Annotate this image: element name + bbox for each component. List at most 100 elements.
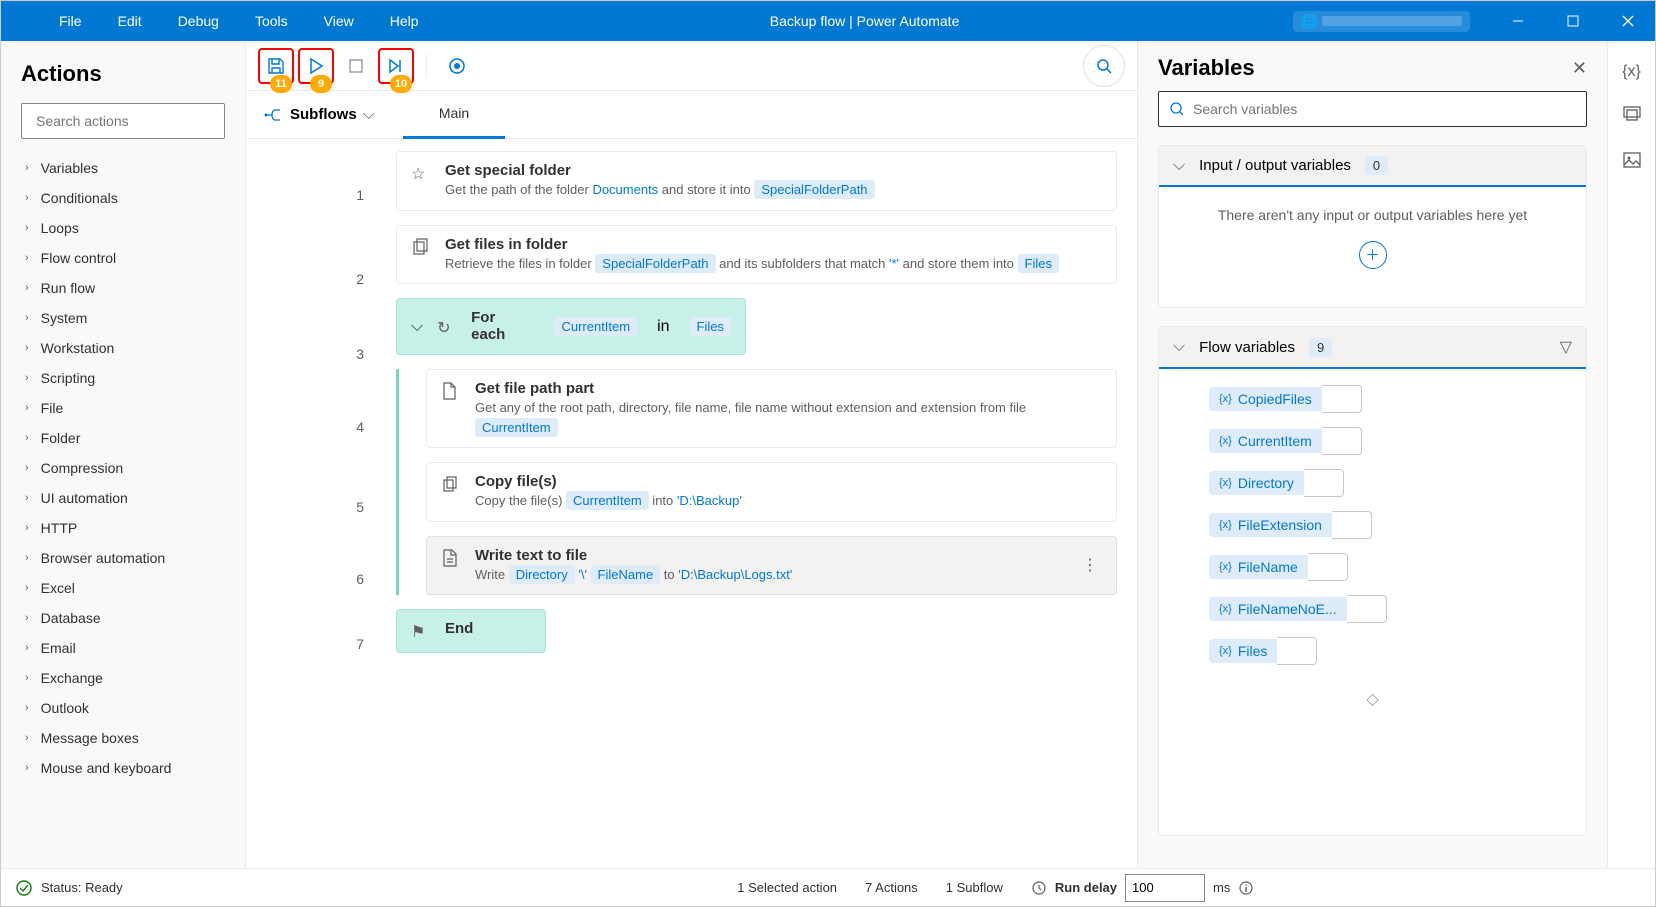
- cat-email[interactable]: ›Email: [1, 633, 237, 663]
- menu-file[interactable]: File: [41, 3, 100, 39]
- line-2: 2: [246, 233, 386, 325]
- step-desc: Write Directory '\' FileName to 'D:\Back…: [475, 565, 1064, 585]
- cat-scripting[interactable]: ›Scripting: [1, 363, 237, 393]
- variables-search[interactable]: [1158, 91, 1587, 127]
- cat-compression[interactable]: ›Compression: [1, 453, 237, 483]
- step-desc: Get the path of the folder Documents and…: [445, 180, 1102, 200]
- step-get-special-folder[interactable]: ☆ Get special folder Get the path of the…: [396, 151, 1117, 211]
- environment-tag[interactable]: 🌐: [1293, 11, 1470, 32]
- chevron-right-icon: ›: [25, 252, 29, 264]
- step-get-file-path[interactable]: Get file path part Get any of the root p…: [426, 369, 1117, 448]
- step-end[interactable]: ⚑ End: [396, 609, 546, 653]
- close-panel-button[interactable]: ✕: [1572, 58, 1587, 79]
- menu-help[interactable]: Help: [372, 3, 437, 39]
- menu-tools[interactable]: Tools: [237, 3, 306, 39]
- var-value-box[interactable]: [1332, 511, 1372, 539]
- actions-search[interactable]: [21, 103, 225, 139]
- record-button[interactable]: [439, 48, 475, 84]
- delay-unit: ms: [1213, 880, 1230, 895]
- play-icon: [307, 57, 325, 75]
- cat-conditionals[interactable]: ›Conditionals: [1, 183, 237, 213]
- subflows-label[interactable]: Subflows: [290, 106, 357, 123]
- chevron-right-icon: ›: [25, 312, 29, 324]
- selected-count: 1 Selected action: [737, 880, 837, 895]
- minimize-button[interactable]: [1490, 1, 1545, 41]
- flow-var-item[interactable]: {x}CopiedFiles: [1209, 385, 1586, 413]
- io-empty-text: There aren't any input or output variabl…: [1179, 207, 1566, 223]
- var-value-box[interactable]: [1277, 637, 1317, 665]
- actions-search-input[interactable]: [36, 113, 217, 129]
- ui-elements-rail-icon[interactable]: [1622, 103, 1642, 128]
- save-button[interactable]: 11: [258, 48, 294, 84]
- cat-database[interactable]: ›Database: [1, 603, 237, 633]
- step-title: Copy file(s): [475, 473, 1102, 490]
- filter-icon[interactable]: ▽: [1560, 337, 1572, 357]
- flow-var-item[interactable]: {x}Files: [1209, 637, 1586, 665]
- close-button[interactable]: [1600, 1, 1655, 41]
- var-icon: {x}: [1219, 435, 1232, 447]
- title-bar: File Edit Debug Tools View Help Backup f…: [1, 1, 1655, 41]
- cat-ui-automation[interactable]: ›UI automation: [1, 483, 237, 513]
- cat-flow-control[interactable]: ›Flow control: [1, 243, 237, 273]
- flow-var-item[interactable]: {x}FileExtension: [1209, 511, 1586, 539]
- var-icon: {x}: [1219, 519, 1232, 531]
- step-foreach[interactable]: ⌵ ↻ For each CurrentItem in Files: [396, 298, 746, 355]
- info-icon[interactable]: [1238, 880, 1254, 896]
- app-title: Backup flow | Power Automate: [437, 13, 1293, 29]
- run-button[interactable]: 9: [298, 48, 334, 84]
- cat-system[interactable]: ›System: [1, 303, 237, 333]
- step-desc: Get any of the root path, directory, fil…: [475, 398, 1102, 437]
- variables-search-input[interactable]: [1193, 101, 1576, 117]
- var-value-box[interactable]: [1322, 385, 1362, 413]
- menu-view[interactable]: View: [306, 3, 372, 39]
- add-variable-button[interactable]: ＋: [1359, 241, 1387, 269]
- cat-outlook[interactable]: ›Outlook: [1, 693, 237, 723]
- flow-section-header[interactable]: ⌵ Flow variables 9 ▽: [1159, 327, 1586, 369]
- cat-workstation[interactable]: ›Workstation: [1, 333, 237, 363]
- flow-var-item[interactable]: {x}Directory: [1209, 469, 1586, 497]
- var-value-box[interactable]: [1347, 595, 1387, 623]
- chevron-down-icon[interactable]: ⌵: [363, 106, 375, 124]
- cat-browser-automation[interactable]: ›Browser automation: [1, 543, 237, 573]
- cat-folder[interactable]: ›Folder: [1, 423, 237, 453]
- record-icon: [448, 57, 466, 75]
- step-get-files[interactable]: Get files in folder Retrieve the files i…: [396, 225, 1117, 285]
- cat-http[interactable]: ›HTTP: [1, 513, 237, 543]
- more-icon[interactable]: ⋮: [1078, 555, 1102, 575]
- flow-var-item[interactable]: {x}FileName: [1209, 553, 1586, 581]
- cat-mouse-keyboard[interactable]: ›Mouse and keyboard: [1, 753, 237, 783]
- stop-button[interactable]: [338, 48, 374, 84]
- chevron-right-icon: ›: [25, 582, 29, 594]
- search-icon: [1095, 57, 1113, 75]
- variables-rail-icon[interactable]: {x}: [1622, 63, 1641, 81]
- chevron-right-icon: ›: [25, 492, 29, 504]
- maximize-button[interactable]: [1545, 1, 1600, 41]
- step-over-button[interactable]: 10: [378, 48, 414, 84]
- erase-icon[interactable]: ◇: [1159, 681, 1586, 717]
- cat-excel[interactable]: ›Excel: [1, 573, 237, 603]
- chevron-down-icon[interactable]: ⌵: [411, 318, 423, 336]
- var-icon: {x}: [1219, 561, 1232, 573]
- search-flow-button[interactable]: [1083, 45, 1125, 87]
- menu-debug[interactable]: Debug: [160, 3, 237, 39]
- var-value-box[interactable]: [1322, 427, 1362, 455]
- delay-input[interactable]: [1125, 874, 1205, 902]
- cat-run-flow[interactable]: ›Run flow: [1, 273, 237, 303]
- io-section-header[interactable]: ⌵ Input / output variables 0: [1159, 146, 1586, 187]
- cat-exchange[interactable]: ›Exchange: [1, 663, 237, 693]
- cat-message-boxes[interactable]: ›Message boxes: [1, 723, 237, 753]
- cat-variables[interactable]: ›Variables: [1, 153, 237, 183]
- tab-main[interactable]: Main: [403, 91, 505, 139]
- environment-icon: 🌐: [1301, 13, 1318, 30]
- step-copy-files[interactable]: Copy file(s) Copy the file(s) CurrentIte…: [426, 462, 1117, 522]
- flow-var-item[interactable]: {x}FileNameNoE...: [1209, 595, 1586, 623]
- cat-file[interactable]: ›File: [1, 393, 237, 423]
- step-write-text[interactable]: Write text to file Write Directory '\' F…: [426, 536, 1117, 596]
- io-count: 0: [1365, 156, 1388, 175]
- var-value-box[interactable]: [1308, 553, 1348, 581]
- cat-loops[interactable]: ›Loops: [1, 213, 237, 243]
- images-rail-icon[interactable]: [1622, 150, 1642, 175]
- menu-edit[interactable]: Edit: [100, 3, 160, 39]
- var-value-box[interactable]: [1304, 469, 1344, 497]
- flow-var-item[interactable]: {x}CurrentItem: [1209, 427, 1586, 455]
